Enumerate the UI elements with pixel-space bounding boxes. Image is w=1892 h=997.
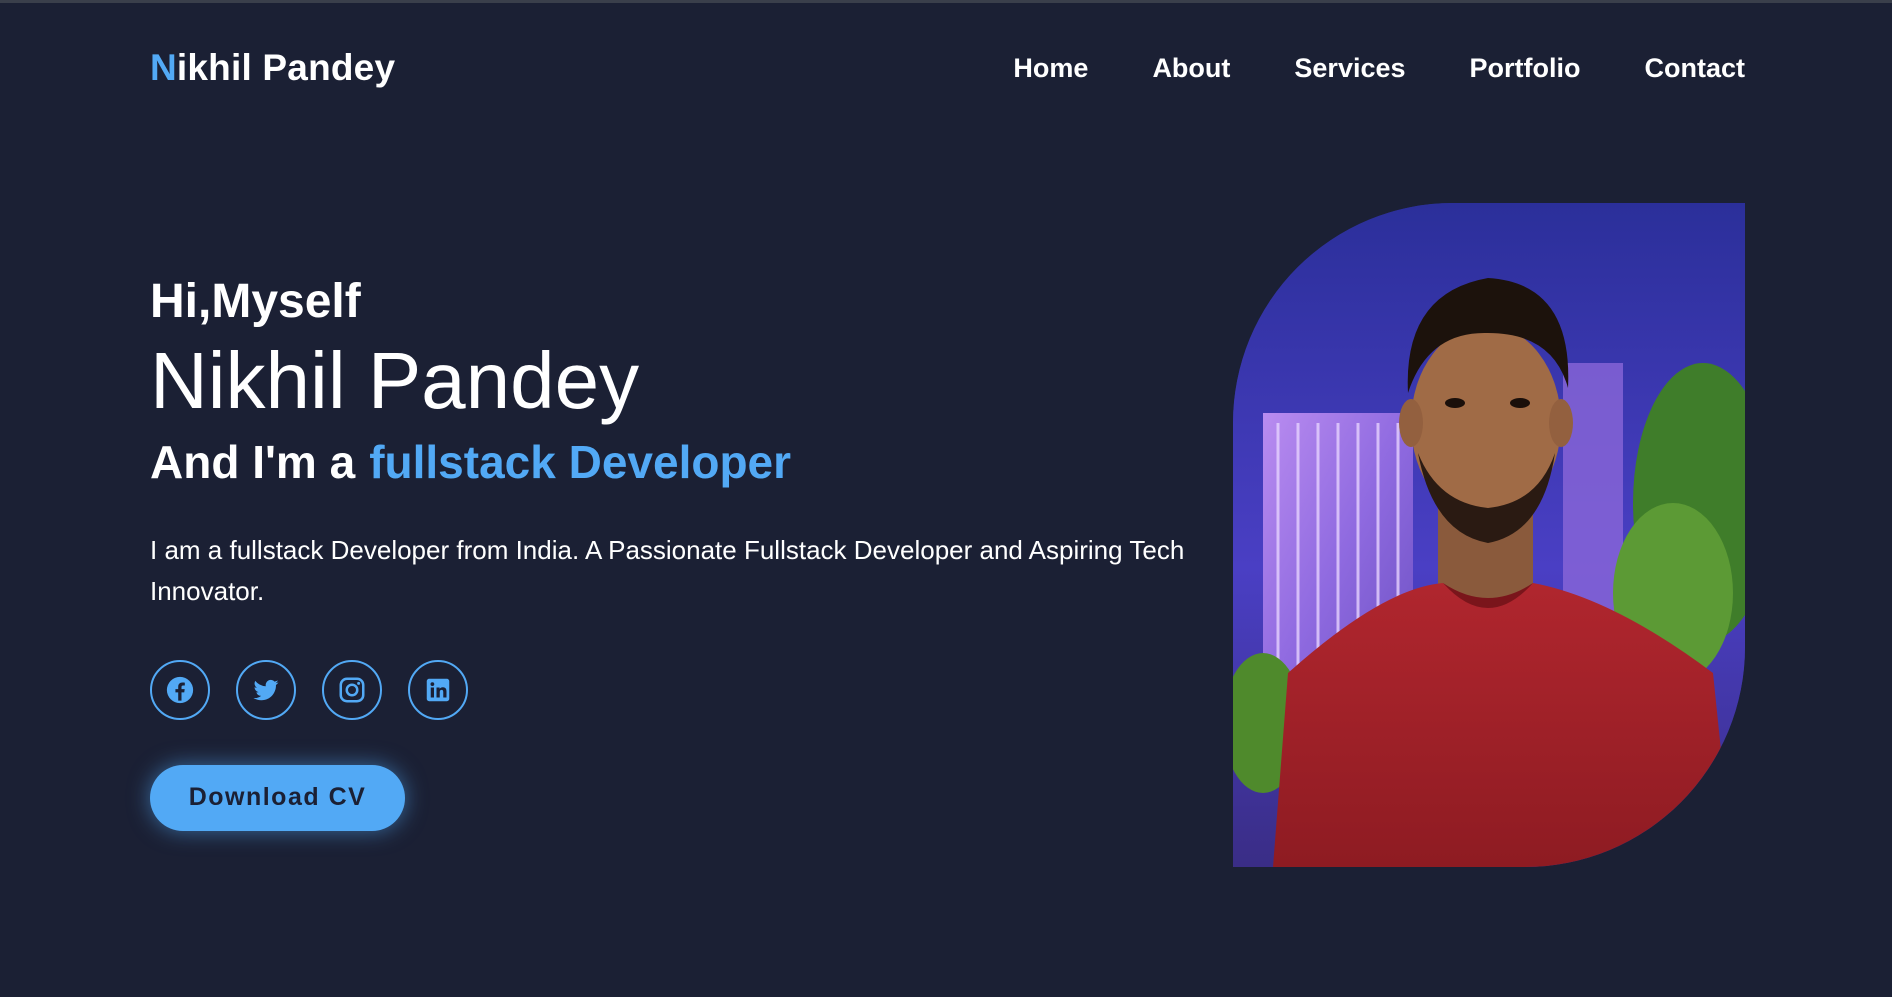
nav-link-home[interactable]: Home — [1013, 53, 1088, 84]
nav-link-portfolio[interactable]: Portfolio — [1470, 53, 1581, 84]
site-header: Nikhil Pandey Home About Services Portfo… — [150, 3, 1745, 133]
twitter-link[interactable] — [236, 659, 296, 720]
facebook-icon — [166, 676, 194, 703]
role-highlight: fullstack Developer — [369, 435, 792, 488]
logo[interactable]: Nikhil Pandey — [150, 47, 395, 89]
hero-description: I am a fullstack Developer from India. A… — [150, 534, 1185, 606]
nav-link-contact[interactable]: Contact — [1645, 53, 1746, 84]
linkedin-icon — [426, 678, 450, 702]
logo-text: ikhil Pandey — [176, 47, 396, 88]
social-links — [150, 659, 1200, 720]
logo-initial: N — [150, 47, 177, 88]
nav-link-about[interactable]: About — [1152, 53, 1230, 84]
hero-role: And I'm a fullstack Developer — [150, 435, 1200, 490]
instagram-icon — [339, 677, 365, 703]
linkedin-link[interactable] — [408, 659, 468, 720]
role-prefix: And I'm a — [150, 435, 356, 488]
facebook-link[interactable] — [150, 659, 210, 720]
twitter-icon — [253, 679, 279, 701]
main-nav: Home About Services Portfolio Contact — [1013, 53, 1745, 84]
hero-greeting: Hi,Myself — [150, 275, 361, 328]
page: Nikhil Pandey Home About Services Portfo… — [0, 0, 1892, 997]
download-cv-button[interactable]: Download CV — [150, 764, 405, 831]
hero-section: Hi,Myself Nikhil Pandey And I'm a fullst… — [150, 273, 1200, 831]
nav-link-services[interactable]: Services — [1294, 53, 1405, 84]
instagram-link[interactable] — [322, 659, 382, 720]
hero-name: Nikhil Pandey — [150, 335, 640, 425]
profile-photo — [1233, 203, 1745, 867]
